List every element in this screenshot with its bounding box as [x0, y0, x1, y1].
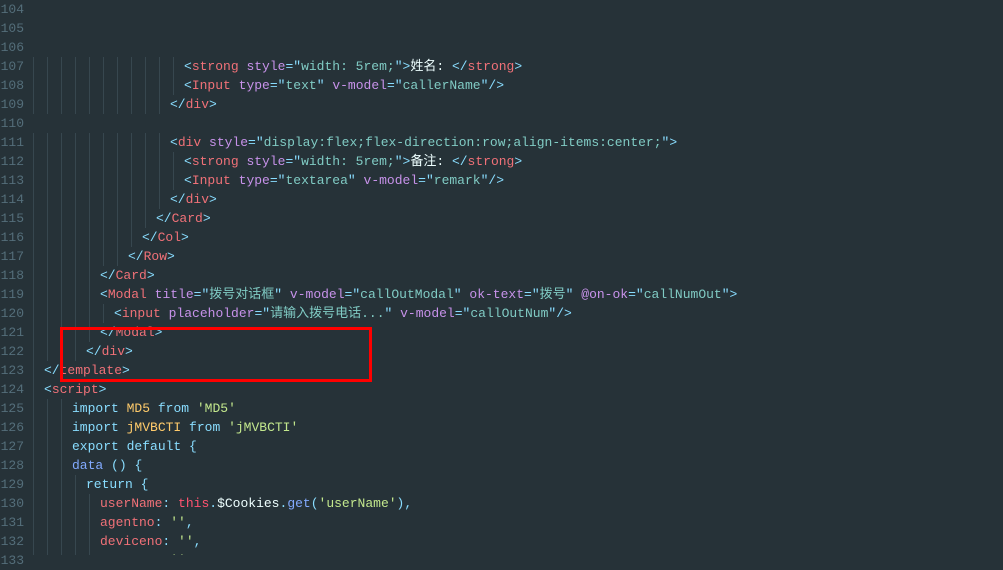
- code-line[interactable]: queueno: '',: [30, 551, 1003, 555]
- line-number-gutter: 1041051061071081091101111121131141151161…: [0, 0, 30, 555]
- line-number: 107: [0, 57, 24, 76]
- line-number: 128: [0, 456, 24, 475]
- code-line[interactable]: deviceno: '',: [30, 532, 1003, 551]
- line-number: 109: [0, 95, 24, 114]
- code-line[interactable]: <Input type="textarea" v-model="remark"/…: [30, 171, 1003, 190]
- line-number: 105: [0, 19, 24, 38]
- code-line[interactable]: data () {: [30, 456, 1003, 475]
- code-line[interactable]: [30, 114, 1003, 133]
- line-number: 122: [0, 342, 24, 361]
- code-line[interactable]: </div>: [30, 95, 1003, 114]
- code-line[interactable]: <Modal title="拨号对话框" v-model="callOutMod…: [30, 285, 1003, 304]
- line-number: 112: [0, 152, 24, 171]
- code-line[interactable]: </template>: [30, 361, 1003, 380]
- code-area[interactable]: <strong style="width: 5rem;">姓名: </stron…: [30, 0, 1003, 555]
- line-number: 114: [0, 190, 24, 209]
- code-line[interactable]: userName: this.$Cookies.get('userName'),: [30, 494, 1003, 513]
- code-line[interactable]: <strong style="width: 5rem;">姓名: </stron…: [30, 57, 1003, 76]
- code-line[interactable]: </div>: [30, 190, 1003, 209]
- line-number: 110: [0, 114, 24, 133]
- line-number: 116: [0, 228, 24, 247]
- code-line[interactable]: </div>: [30, 342, 1003, 361]
- code-line[interactable]: import MD5 from 'MD5': [30, 399, 1003, 418]
- line-number: 132: [0, 532, 24, 551]
- line-number: 126: [0, 418, 24, 437]
- line-number: 131: [0, 513, 24, 532]
- code-line[interactable]: </Row>: [30, 247, 1003, 266]
- line-number: 118: [0, 266, 24, 285]
- line-number: 123: [0, 361, 24, 380]
- code-line[interactable]: <script>: [30, 380, 1003, 399]
- line-number: 108: [0, 76, 24, 95]
- code-line[interactable]: agentno: '',: [30, 513, 1003, 532]
- line-number: 124: [0, 380, 24, 399]
- code-editor[interactable]: 1041051061071081091101111121131141151161…: [0, 0, 1003, 555]
- code-line[interactable]: </Col>: [30, 228, 1003, 247]
- code-line[interactable]: </Modal>: [30, 323, 1003, 342]
- code-line[interactable]: <input placeholder="请输入拨号电话..." v-model=…: [30, 304, 1003, 323]
- line-number: 127: [0, 437, 24, 456]
- code-line[interactable]: import jMVBCTI from 'jMVBCTI': [30, 418, 1003, 437]
- code-line[interactable]: <strong style="width: 5rem;">备注: </stron…: [30, 152, 1003, 171]
- code-line[interactable]: export default {: [30, 437, 1003, 456]
- line-number: 106: [0, 38, 24, 57]
- line-number: 130: [0, 494, 24, 513]
- line-number: 125: [0, 399, 24, 418]
- line-number: 129: [0, 475, 24, 494]
- line-number: 120: [0, 304, 24, 323]
- code-line[interactable]: return {: [30, 475, 1003, 494]
- line-number: 117: [0, 247, 24, 266]
- line-number: 111: [0, 133, 24, 152]
- line-number: 121: [0, 323, 24, 342]
- code-line[interactable]: <div style="display:flex;flex-direction:…: [30, 133, 1003, 152]
- code-line[interactable]: </Card>: [30, 266, 1003, 285]
- line-number: 104: [0, 0, 24, 19]
- line-number: 115: [0, 209, 24, 228]
- line-number: 113: [0, 171, 24, 190]
- code-line[interactable]: </Card>: [30, 209, 1003, 228]
- line-number: 133: [0, 551, 24, 570]
- code-line[interactable]: <Input type="text" v-model="callerName"/…: [30, 76, 1003, 95]
- line-number: 119: [0, 285, 24, 304]
